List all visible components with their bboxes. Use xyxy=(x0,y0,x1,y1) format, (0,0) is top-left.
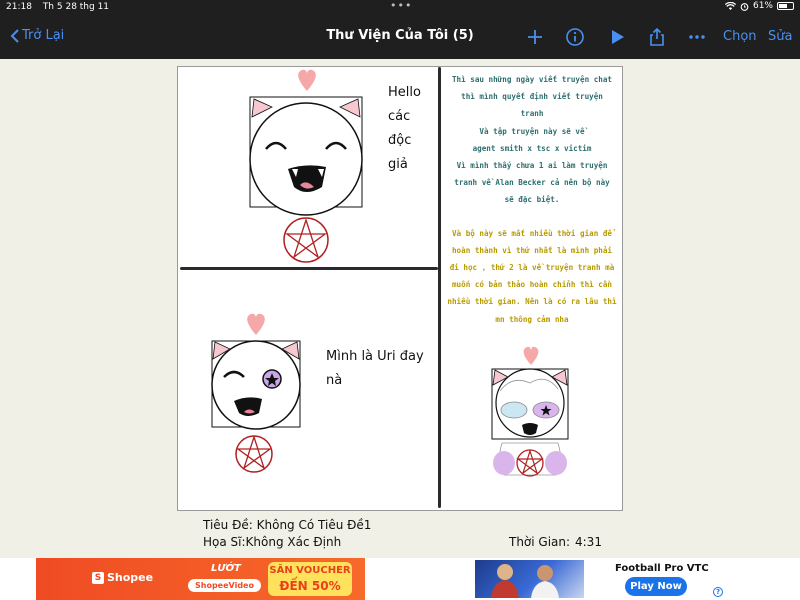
uri-character-happy xyxy=(249,69,363,263)
add-icon[interactable] xyxy=(524,26,546,48)
shopee-video-badge: ShopeeVideo xyxy=(188,579,261,592)
voucher-line-2: ĐẾN 50% xyxy=(279,579,341,593)
ad-choices-icon[interactable]: ? xyxy=(713,587,723,597)
shopping-bag-icon: S xyxy=(92,571,104,584)
ad-image-players xyxy=(475,560,584,598)
comic-artist: Họa Sĩ:Không Xác Định xyxy=(203,535,342,549)
uri-character-wink xyxy=(211,313,301,473)
panel3-speech-text: Mình là Uri đay nà xyxy=(326,349,424,388)
comic-info: Tiêu Đề: Không Có Tiêu Đề1 Họa Sĩ:Không … xyxy=(0,512,800,558)
status-time: 21:18 xyxy=(6,2,32,12)
heart-icon xyxy=(298,69,316,91)
ad-luot-text: LƯỚT xyxy=(211,563,241,574)
voucher-line-1: SĂN VOUCHER xyxy=(269,565,351,576)
battery-icon xyxy=(777,2,794,10)
play-icon[interactable] xyxy=(606,26,628,48)
info-icon[interactable] xyxy=(564,26,586,48)
battery-percent: 61% xyxy=(752,1,773,11)
duration-value: 4:31 xyxy=(575,535,602,549)
back-label: Trở Lại xyxy=(22,28,65,43)
multitasking-dots-icon[interactable]: ••• xyxy=(390,0,412,12)
football-pro-ad[interactable]: Football Pro VTC Play Now xyxy=(475,558,725,600)
status-right: 61% xyxy=(724,1,794,11)
alarm-icon xyxy=(740,2,749,11)
vtc-ad-title: Football Pro VTC xyxy=(615,563,709,574)
story-text-panel: Thì sau những ngày viết truyện chat thì … xyxy=(444,71,620,328)
shopee-logo: S Shopee xyxy=(92,571,153,584)
heart-icon xyxy=(523,346,539,365)
navigation-bar: Trở Lại Thư Viện Của Tôi (5) Chọn Sửa xyxy=(0,14,800,59)
page-title: Thư Viện Của Tôi (5) xyxy=(326,28,474,43)
play-now-button[interactable]: Play Now xyxy=(625,577,687,596)
status-date: Th 5 28 thg 11 xyxy=(42,2,110,12)
edit-button[interactable]: Sửa xyxy=(768,29,792,44)
chevron-left-icon xyxy=(10,28,19,43)
select-button[interactable]: Chọn xyxy=(723,29,757,44)
comic-page[interactable]: Hello các độc giả Mình là Uri đay nà Thì… xyxy=(177,66,623,511)
ad-banner: S Shopee LƯỚT ShopeeVideo SĂN VOUCHER ĐẾ… xyxy=(0,558,800,600)
story-paragraph-1: Thì sau những ngày viết truyện chat thì … xyxy=(451,75,612,205)
wifi-icon xyxy=(724,1,736,10)
voucher-badge: SĂN VOUCHER ĐẾN 50% xyxy=(268,562,352,596)
more-icon[interactable] xyxy=(686,26,708,48)
heart-icon xyxy=(247,313,265,335)
duration-label: Thời Gian: xyxy=(509,535,571,549)
panel1-speech-text: Hello các độc giả xyxy=(388,85,421,172)
shopee-brand-text: Shopee xyxy=(107,571,154,584)
shopee-ad[interactable]: S Shopee LƯỚT ShopeeVideo SĂN VOUCHER ĐẾ… xyxy=(36,558,365,600)
comic-title: Tiêu Đề: Không Có Tiêu Đề1 xyxy=(203,518,372,532)
panel-divider-horizontal xyxy=(180,267,438,270)
status-bar: 21:18 Th 5 28 thg 11 ••• 61% xyxy=(0,0,800,14)
character-glasses xyxy=(491,346,569,477)
share-icon[interactable] xyxy=(646,26,668,48)
back-button[interactable]: Trở Lại xyxy=(10,28,64,43)
story-paragraph-2: Và bộ này sẽ mất nhiều thời gian để hoàn… xyxy=(447,228,617,324)
status-left: 21:18 Th 5 28 thg 11 xyxy=(6,2,117,12)
